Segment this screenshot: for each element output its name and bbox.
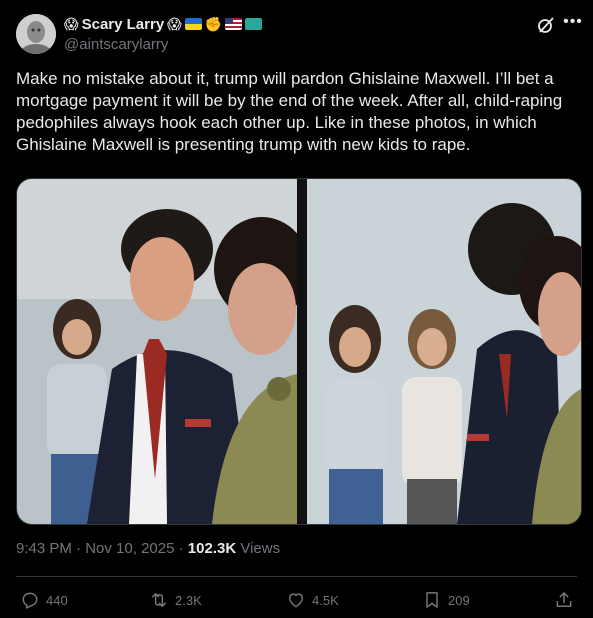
repost-count: 2.3K [175, 592, 202, 608]
display-name[interactable]: Scary Larry [82, 16, 165, 33]
post: 😱 Scary Larry 😱 ✊ @aintscarylarry ••• Ma… [0, 0, 593, 618]
post-date[interactable]: Nov 10, 2025 [85, 540, 174, 557]
share-button[interactable] [554, 588, 574, 612]
like-icon [289, 593, 303, 608]
views-label: Views [236, 540, 281, 557]
media-container[interactable] [16, 178, 582, 525]
bookmark-button[interactable]: 209 [422, 588, 470, 612]
photo-right[interactable] [307, 179, 581, 524]
us-flag-icon [225, 18, 243, 30]
reply-count: 440 [46, 592, 68, 608]
repost-button[interactable]: 2.3K [149, 588, 202, 612]
bookmark-count: 209 [448, 592, 470, 608]
scream-emoji: 😱 [167, 16, 182, 32]
ukraine-flag-icon [184, 18, 202, 30]
post-time[interactable]: 9:43 PM [16, 540, 72, 557]
share-icon [556, 592, 572, 607]
raised-fist-icon: ✊ [204, 15, 223, 32]
repost-icon [152, 593, 166, 607]
avatar[interactable] [16, 14, 56, 54]
action-bar: 440 2.3K 4.5K 209 [16, 588, 577, 612]
more-icon[interactable]: ••• [563, 12, 583, 32]
author-handle[interactable]: @aintscarylarry [64, 36, 168, 53]
reply-icon [22, 592, 38, 609]
meta-separator: · [71, 540, 86, 557]
earth-icon [245, 18, 263, 30]
reply-button[interactable]: 440 [20, 588, 68, 612]
author-name-row[interactable]: 😱 Scary Larry 😱 ✊ [64, 14, 263, 34]
like-count: 4.5K [312, 592, 339, 608]
scream-emoji: 😱 [64, 16, 79, 32]
post-meta: 9:43 PM · Nov 10, 2025 · 102.3K Views [16, 540, 280, 557]
photo-left[interactable] [17, 179, 297, 524]
bookmark-icon [426, 592, 438, 608]
post-text: Make no mistake about it, trump will par… [16, 69, 563, 154]
meta-separator: · [174, 540, 188, 557]
like-button[interactable]: 4.5K [286, 588, 339, 612]
divider [16, 576, 577, 577]
views-count: 102.3K [187, 540, 237, 557]
grok-icon[interactable] [537, 16, 555, 34]
